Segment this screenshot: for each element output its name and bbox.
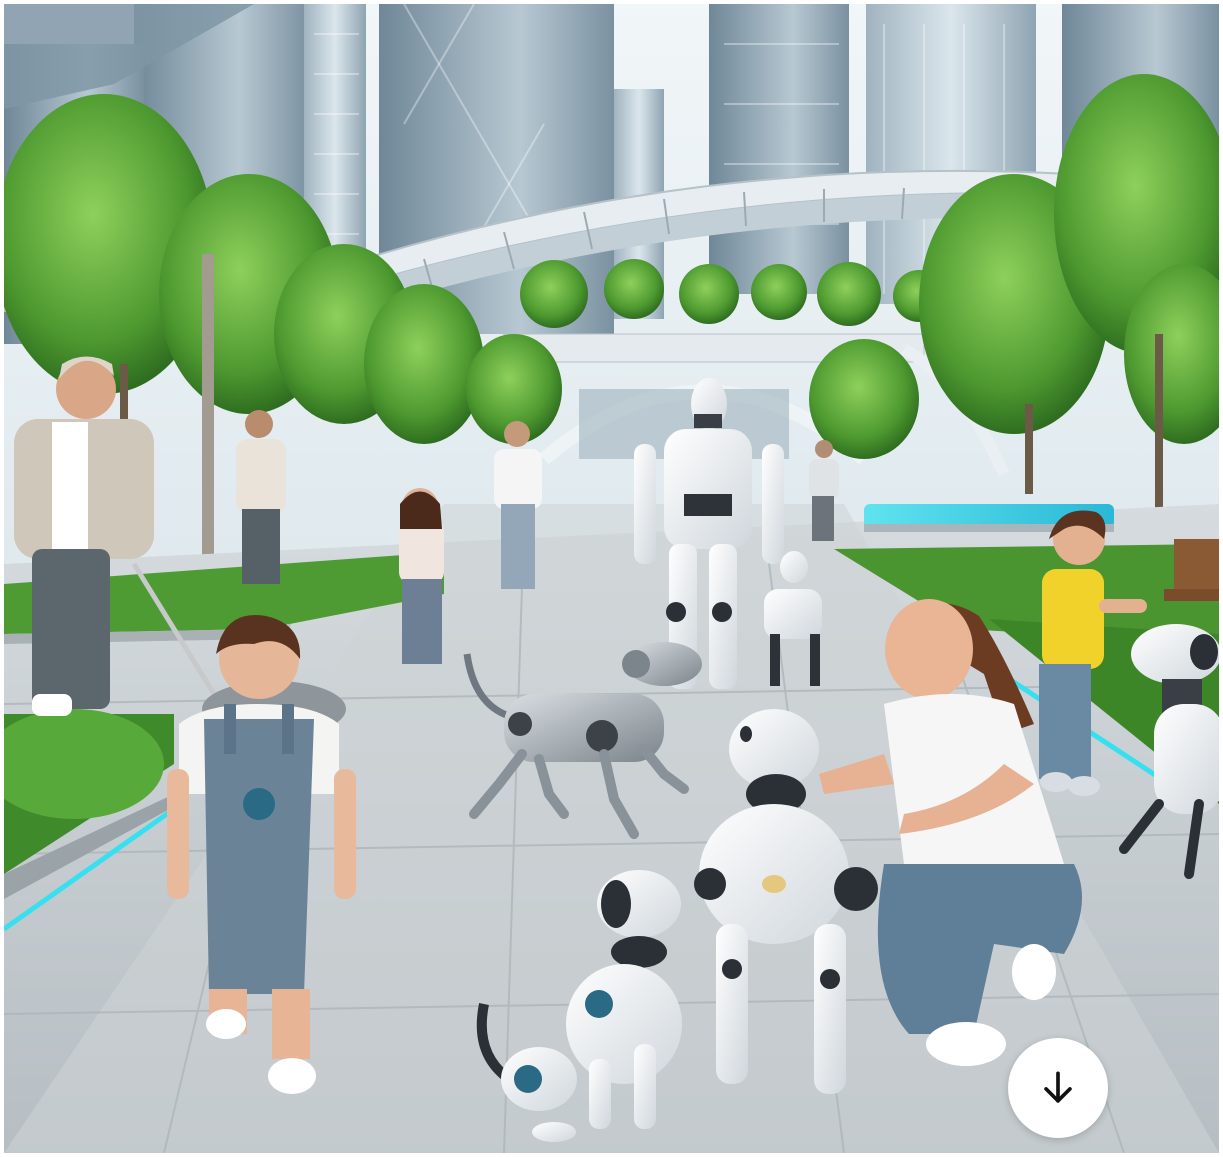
generated-image [4,4,1219,1153]
arrow-down-icon [1044,1071,1072,1103]
download-button[interactable] [1008,1038,1108,1138]
generated-image-frame [4,4,1219,1153]
